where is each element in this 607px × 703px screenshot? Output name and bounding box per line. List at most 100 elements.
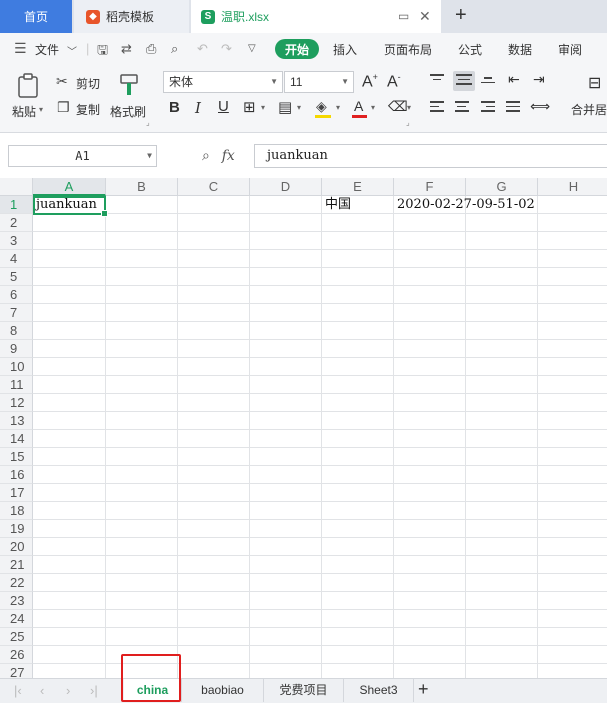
row-header-5[interactable]: 5 — [0, 268, 33, 286]
zoom-icon[interactable]: ⌕ — [202, 147, 210, 163]
scissors-icon[interactable]: ✂ — [56, 73, 68, 90]
font-size-select[interactable]: 11 ▼ — [284, 71, 354, 93]
next-sheet-icon[interactable]: › — [66, 683, 70, 698]
align-right-icon[interactable] — [481, 101, 497, 115]
row-header-6[interactable]: 6 — [0, 286, 33, 304]
pin-tab-icon[interactable]: ▭ — [398, 9, 409, 23]
align-bottom-icon[interactable] — [481, 77, 497, 91]
cell-style-icon[interactable]: ▤ — [278, 98, 292, 116]
column-header-g[interactable]: G — [466, 178, 538, 196]
row-header-7[interactable]: 7 — [0, 304, 33, 322]
formula-input[interactable]: juankuan — [254, 144, 607, 168]
name-box[interactable]: A1 ▼ — [8, 145, 157, 167]
column-header-d[interactable]: D — [250, 178, 322, 196]
chevron-down-icon[interactable]: ﹀ — [67, 43, 77, 58]
menu-review[interactable]: 审阅 — [558, 41, 582, 58]
sheet-tab-sheet3[interactable]: Sheet3 — [344, 679, 414, 702]
font-group-expand-icon[interactable]: ⌟ — [406, 118, 410, 127]
row-header-2[interactable]: 2 — [0, 214, 33, 232]
spreadsheet-grid[interactable]: A B C D E F G H 1 2 3 4 5 6 7 8 9 10 11 12 13 14 15 16 17 18 19 20 2… — [0, 178, 607, 678]
redo-icon[interactable]: ↷ — [221, 41, 232, 57]
row-header-20[interactable]: 20 — [0, 538, 33, 556]
close-tab-icon[interactable]: ✕ — [419, 8, 431, 25]
decrease-font-size-icon[interactable]: A- — [387, 72, 401, 91]
row-header-23[interactable]: 23 — [0, 592, 33, 610]
font-name-select[interactable]: 宋体 ▼ — [163, 71, 283, 93]
menu-file[interactable]: 文件 — [35, 41, 59, 58]
merge-cells-icon[interactable]: ⊟ — [588, 73, 601, 93]
save-icon[interactable]: 🖫 — [97, 41, 108, 63]
row-header-21[interactable]: 21 — [0, 556, 33, 574]
row-header-12[interactable]: 12 — [0, 394, 33, 412]
fill-color-icon[interactable]: ◈ — [314, 98, 334, 120]
row-header-19[interactable]: 19 — [0, 520, 33, 538]
row-header-22[interactable]: 22 — [0, 574, 33, 592]
print-preview-icon[interactable]: ⌕ — [171, 41, 178, 57]
increase-indent-icon[interactable]: ⇥ — [533, 71, 545, 88]
row-header-11[interactable]: 11 — [0, 376, 33, 394]
paste-button[interactable]: 粘贴 ▾ — [8, 71, 50, 125]
font-color-icon[interactable]: A — [352, 98, 370, 120]
row-header-15[interactable]: 15 — [0, 448, 33, 466]
italic-icon[interactable]: I — [195, 99, 201, 117]
first-sheet-icon[interactable]: |‹ — [14, 683, 22, 698]
decrease-indent-icon[interactable]: ⇤ — [508, 71, 520, 88]
format-painter-button[interactable]: 格式刷 — [108, 71, 152, 125]
row-header-18[interactable]: 18 — [0, 502, 33, 520]
row-header-13[interactable]: 13 — [0, 412, 33, 430]
column-header-a[interactable]: A — [33, 178, 106, 196]
bold-icon[interactable]: B — [169, 99, 180, 116]
row-header-17[interactable]: 17 — [0, 484, 33, 502]
row-header-27[interactable]: 27 — [0, 664, 33, 678]
row-header-25[interactable]: 25 — [0, 628, 33, 646]
row-header-3[interactable]: 3 — [0, 232, 33, 250]
row-header-1[interactable]: 1 — [0, 196, 33, 214]
column-header-c[interactable]: C — [178, 178, 250, 196]
row-header-26[interactable]: 26 — [0, 646, 33, 664]
align-top-icon[interactable] — [430, 74, 446, 88]
last-sheet-icon[interactable]: ›| — [90, 683, 98, 698]
sheet-tab-party-dues[interactable]: 党费项目 — [264, 679, 344, 702]
menu-insert[interactable]: 插入 — [333, 41, 357, 58]
row-header-4[interactable]: 4 — [0, 250, 33, 268]
column-header-e[interactable]: E — [322, 178, 394, 196]
insert-function-button[interactable]: fx — [222, 148, 235, 164]
underline-icon[interactable]: U — [218, 98, 229, 115]
menu-formulas[interactable]: 公式 — [458, 41, 482, 58]
column-header-b[interactable]: B — [106, 178, 178, 196]
export-icon[interactable]: ⇄ — [121, 41, 132, 57]
borders-dropdown-icon[interactable]: ▾ — [261, 103, 265, 112]
cell-style-dropdown-icon[interactable]: ▾ — [297, 103, 301, 112]
customize-toolbar-icon[interactable]: ▽ — [248, 43, 256, 54]
row-header-24[interactable]: 24 — [0, 610, 33, 628]
clipboard-group-expand-icon[interactable]: ⌟ — [146, 118, 150, 127]
row-header-14[interactable]: 14 — [0, 430, 33, 448]
fill-color-dropdown-icon[interactable]: ▾ — [336, 103, 340, 112]
tab-daoke-templates[interactable]: ◆ 稻壳模板 — [74, 0, 189, 33]
row-header-8[interactable]: 8 — [0, 322, 33, 340]
undo-icon[interactable]: ↶ — [197, 41, 208, 57]
new-tab-button[interactable]: + — [455, 4, 467, 27]
align-center-icon[interactable] — [455, 101, 471, 115]
font-color-dropdown-icon[interactable]: ▾ — [371, 103, 375, 112]
hamburger-menu-icon[interactable]: ☰ — [14, 40, 27, 57]
cell-f1[interactable]: 2020-02-27-09-51-02 — [394, 196, 535, 214]
align-middle-icon[interactable] — [453, 71, 475, 91]
add-sheet-button[interactable]: + — [418, 679, 429, 700]
copy-icon[interactable]: ❐ — [57, 99, 70, 116]
cell-e1[interactable]: 中国 — [322, 196, 351, 214]
merge-center-button[interactable]: 合并居 — [571, 101, 607, 118]
sheet-tab-baobiao[interactable]: baobiao — [182, 679, 264, 702]
tab-home[interactable]: 首页 — [0, 0, 72, 33]
increase-font-size-icon[interactable]: A+ — [362, 72, 378, 91]
eraser-icon[interactable]: ⌫ — [388, 98, 408, 115]
align-left-icon[interactable] — [430, 101, 446, 115]
cut-button[interactable]: 剪切 — [76, 75, 100, 92]
distributed-align-icon[interactable]: ⟺ — [530, 98, 550, 115]
menu-start[interactable]: 开始 — [275, 39, 319, 59]
print-icon[interactable]: ⎙ — [146, 41, 156, 57]
borders-icon[interactable]: ⊞ — [243, 98, 256, 116]
clear-dropdown-icon[interactable]: ▾ — [407, 103, 411, 112]
menu-data[interactable]: 数据 — [508, 41, 532, 58]
column-header-h[interactable]: H — [538, 178, 607, 196]
